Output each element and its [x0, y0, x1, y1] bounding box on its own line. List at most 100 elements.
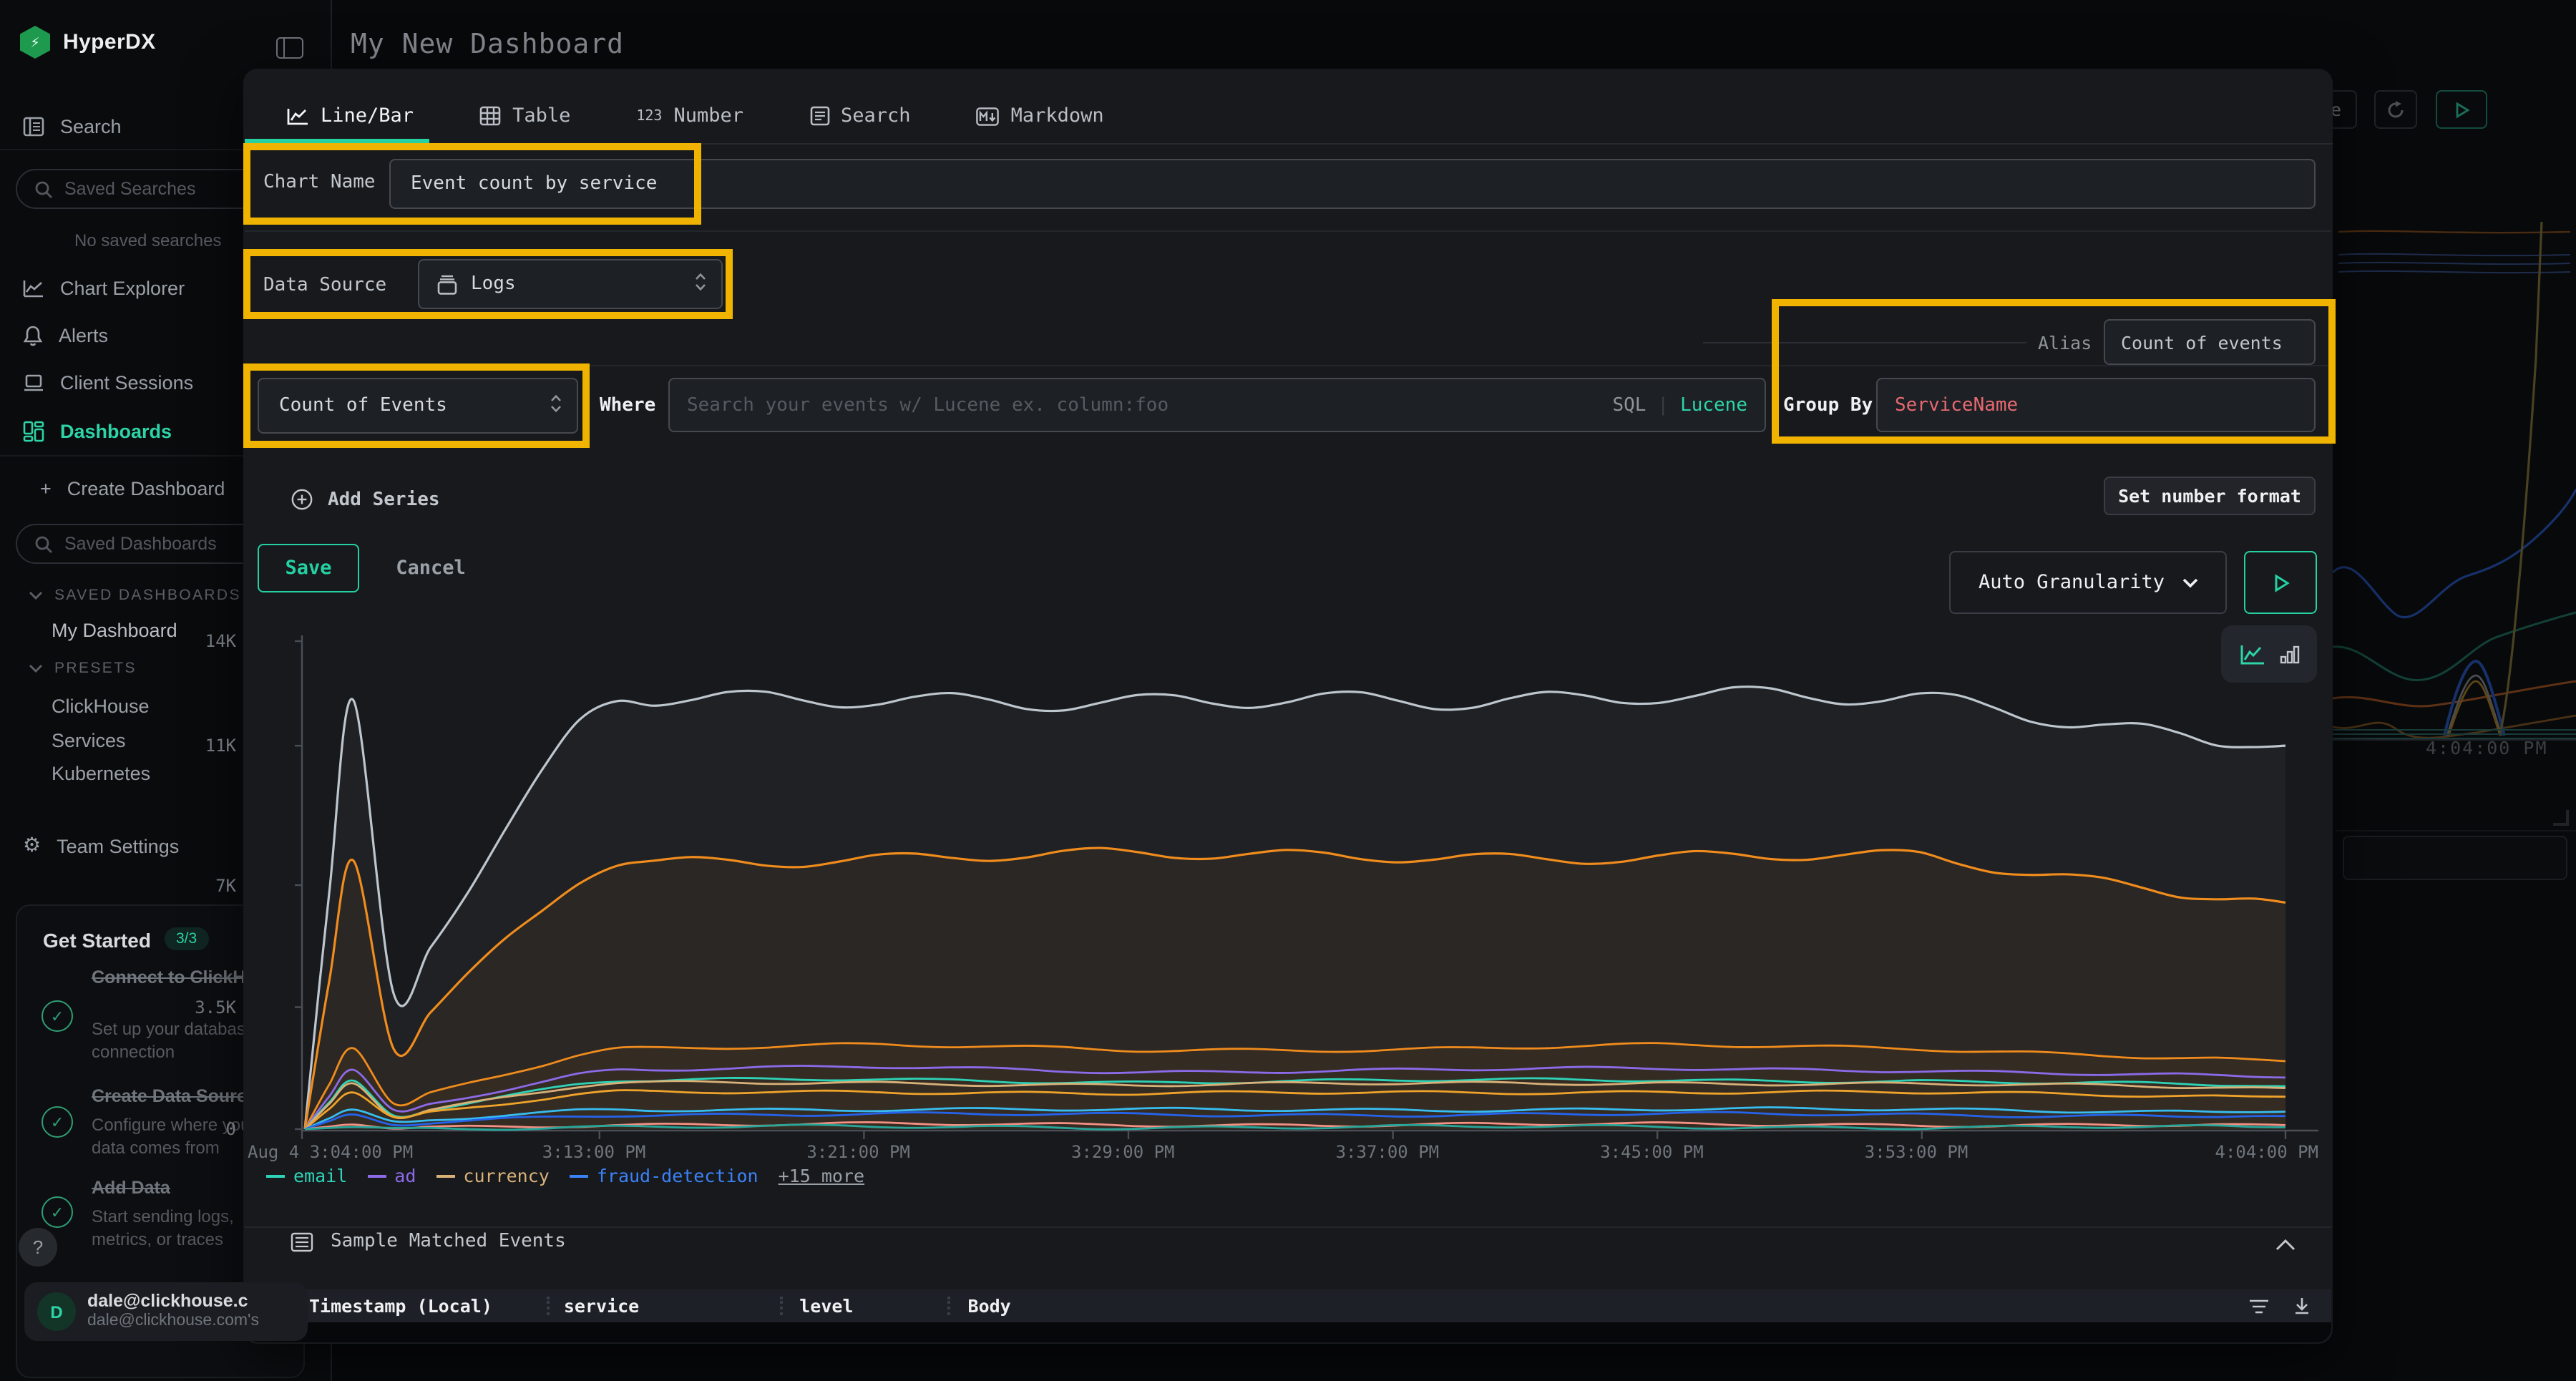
- laptop-icon: [23, 373, 44, 391]
- download-icon[interactable]: [2293, 1297, 2311, 1315]
- dashboards-icon: [23, 420, 44, 441]
- preview-chart[interactable]: [245, 630, 2331, 1162]
- data-source-label: Data Source: [263, 275, 386, 296]
- column-header[interactable]: Timestamp (Local): [309, 1295, 492, 1317]
- sidebar-item-label: Team Settings: [57, 835, 179, 857]
- check-circle-icon: ✓: [42, 1196, 73, 1228]
- sql-mode-toggle[interactable]: SQL: [1612, 394, 1646, 416]
- divider: [245, 1226, 2331, 1228]
- x-tick-label: 3:37:00 PM: [1336, 1142, 1440, 1162]
- brand[interactable]: ⚡ HyperDX: [20, 26, 156, 59]
- tab-table[interactable]: Table: [479, 104, 570, 127]
- run-chart-button[interactable]: [2244, 551, 2317, 614]
- chart-explorer-icon: [23, 278, 44, 297]
- aggregation-select[interactable]: Count of Events: [258, 378, 578, 434]
- section-label: SAVED DASHBOARDS: [54, 587, 241, 604]
- create-dashboard-label: Create Dashboard: [67, 477, 225, 499]
- where-label: Where: [600, 395, 655, 416]
- tab-markdown[interactable]: Markdown: [977, 104, 1104, 127]
- data-source-select[interactable]: Logs: [418, 259, 723, 309]
- column-resize-handle[interactable]: [779, 1297, 782, 1315]
- presets-section[interactable]: PRESETS: [29, 660, 137, 677]
- x-tick-label: 3:21:00 PM: [806, 1142, 910, 1162]
- legend-swatch: [266, 1174, 285, 1177]
- save-button[interactable]: Save: [258, 544, 359, 592]
- add-series-label: Add Series: [328, 489, 440, 510]
- column-resize-handle[interactable]: [948, 1297, 951, 1315]
- tab-number[interactable]: 123 Number: [636, 104, 743, 127]
- saved-searches-placeholder: Saved Searches: [64, 179, 195, 199]
- legend-item[interactable]: ad: [367, 1165, 416, 1186]
- data-source-value: Logs: [471, 273, 516, 295]
- legend-swatch: [367, 1174, 386, 1177]
- brand-name: HyperDX: [63, 30, 156, 54]
- resize-icon[interactable]: [2553, 810, 2569, 826]
- background-play-button[interactable]: [2436, 90, 2487, 129]
- user-name: dale@clickhouse.c: [87, 1291, 248, 1311]
- table-icon: [479, 106, 501, 126]
- filter-icon[interactable]: [2248, 1297, 2270, 1314]
- get-started-title: Get Started: [43, 929, 151, 952]
- chart-name-input[interactable]: Event count by service: [389, 159, 2316, 209]
- saved-dashboards-section[interactable]: SAVED DASHBOARDS: [29, 587, 241, 604]
- check-circle-icon: ✓: [42, 1000, 73, 1032]
- x-tick-label: 3:13:00 PM: [542, 1142, 646, 1162]
- divider: [1703, 342, 2026, 343]
- tab-label: Search: [841, 104, 911, 127]
- refresh-button[interactable]: [2374, 90, 2417, 129]
- sample-matched-events-header[interactable]: Sample Matched Events: [291, 1231, 566, 1252]
- sample-matched-events-label: Sample Matched Events: [331, 1231, 566, 1252]
- no-saved-searches-note: No saved searches: [74, 230, 221, 250]
- number-123-icon: 123: [636, 108, 662, 124]
- cancel-button[interactable]: Cancel: [386, 544, 475, 592]
- legend-item[interactable]: email: [266, 1165, 347, 1186]
- user-menu[interactable]: D dale@clickhouse.c dale@clickhouse.com'…: [24, 1282, 308, 1341]
- background-empty-input[interactable]: [2343, 836, 2567, 880]
- avatar: D: [37, 1292, 76, 1331]
- chevron-up-icon[interactable]: [2275, 1239, 2296, 1251]
- granularity-select[interactable]: Auto Granularity: [1949, 551, 2227, 614]
- y-tick-label: 14K: [185, 631, 236, 651]
- sidebar-item-clickhouse[interactable]: ClickHouse: [52, 696, 150, 717]
- active-tab-underline: [245, 139, 429, 143]
- search-doc-icon: [23, 115, 44, 137]
- sidebar-item-kubernetes[interactable]: Kubernetes: [52, 763, 150, 784]
- divider: [243, 143, 2333, 145]
- sidebar-item-label: Search: [60, 115, 122, 137]
- tab-bar: Line/Bar Table 123 Number Search Markdow…: [243, 89, 1104, 143]
- help-button[interactable]: ?: [19, 1228, 57, 1267]
- sidebar-item-my-dashboard[interactable]: My Dashboard: [52, 620, 177, 641]
- x-tick-label: Aug 4 3:04:00 PM: [248, 1142, 413, 1162]
- collapse-sidebar-icon[interactable]: [276, 37, 303, 59]
- group-by-input[interactable]: ServiceName: [1876, 378, 2316, 432]
- saved-dashboards-placeholder: Saved Dashboards: [64, 534, 217, 554]
- legend-swatch: [436, 1174, 454, 1177]
- lucene-mode-toggle[interactable]: Lucene: [1680, 394, 1747, 416]
- column-resize-handle[interactable]: [547, 1297, 550, 1315]
- x-tick-label: 4:04:00 PM: [2215, 1142, 2319, 1162]
- column-header[interactable]: Body: [968, 1295, 1011, 1317]
- sidebar-item-services[interactable]: Services: [52, 730, 126, 751]
- column-header[interactable]: level: [799, 1295, 853, 1317]
- tab-search[interactable]: Search: [809, 104, 911, 127]
- aggregation-value: Count of Events: [279, 395, 447, 416]
- play-icon: [2454, 101, 2469, 118]
- updown-chevrons-icon: [550, 393, 562, 419]
- section-label: PRESETS: [54, 660, 137, 677]
- set-number-format-button[interactable]: Set number format: [2104, 477, 2316, 515]
- updown-chevrons-icon: [694, 271, 707, 297]
- legend-item[interactable]: currency: [436, 1165, 549, 1186]
- alias-input[interactable]: Count of events: [2104, 319, 2316, 365]
- tab-line-bar[interactable]: Line/Bar: [286, 104, 414, 127]
- y-tick-label: 0: [185, 1119, 236, 1139]
- sidebar-item-label: Alerts: [59, 324, 108, 346]
- column-header[interactable]: service: [564, 1295, 639, 1317]
- where-input[interactable]: Search your events w/ Lucene ex. column:…: [668, 378, 1766, 432]
- y-tick-label: 3.5K: [185, 997, 236, 1018]
- check-circle-icon: ✓: [42, 1106, 73, 1138]
- sidebar-item-label: Chart Explorer: [60, 277, 185, 298]
- add-series-button[interactable]: Add Series: [291, 488, 440, 511]
- background-axis-label: 4:04:00 PM: [2426, 737, 2548, 758]
- legend-item[interactable]: fraud-detection: [570, 1165, 758, 1186]
- legend-more-link[interactable]: +15 more: [779, 1165, 864, 1186]
